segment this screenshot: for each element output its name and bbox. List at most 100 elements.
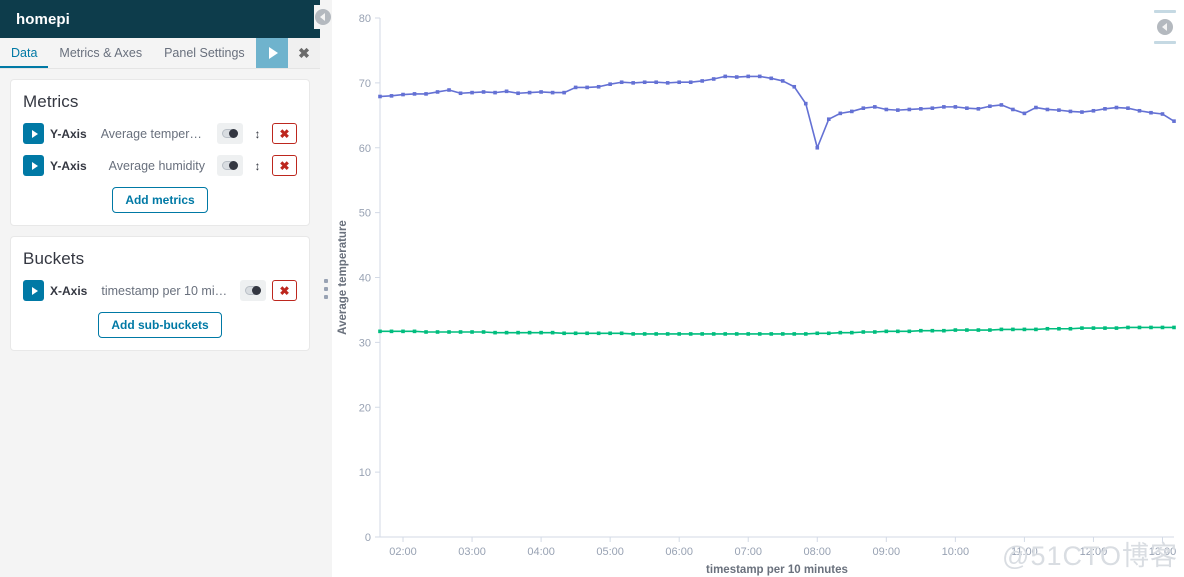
data-point <box>942 328 946 333</box>
remove-bucket-button[interactable]: ✖ <box>272 280 297 301</box>
move-up-down-icon[interactable]: ↕ <box>249 155 266 176</box>
data-point <box>1126 325 1130 330</box>
data-point <box>884 107 889 112</box>
data-point <box>953 105 958 109</box>
apply-changes-button[interactable] <box>256 38 288 68</box>
data-point <box>792 332 797 336</box>
data-point <box>596 84 601 89</box>
add-sub-buckets-button[interactable]: Add sub-buckets <box>98 312 222 338</box>
y-axis: 0 10 20 30 40 50 60 70 80 <box>359 13 381 544</box>
data-point <box>1091 326 1096 330</box>
y-tick-label: 0 <box>365 532 371 544</box>
move-up-down-icon[interactable]: ↕ <box>249 123 266 144</box>
data-point <box>884 329 889 334</box>
visualization-editor-app: homepi Data Metrics & Axes Panel Setting… <box>0 0 1184 577</box>
x-tick-label: 04:00 <box>527 546 555 558</box>
data-point <box>1149 325 1153 330</box>
data-point <box>711 77 716 81</box>
data-point <box>424 330 428 334</box>
bucket-row-timestamp[interactable]: X-Axis timestamp per 10 minutes ✖ <box>23 277 297 304</box>
tab-metrics-and-axes[interactable]: Metrics & Axes <box>48 38 153 68</box>
data-point <box>389 329 394 334</box>
visualization-title: homepi <box>16 10 70 28</box>
data-point <box>470 90 474 95</box>
x-tick-label: 11:00 <box>1011 546 1038 558</box>
data-point <box>734 332 739 336</box>
data-point <box>769 332 774 336</box>
data-point <box>458 91 463 96</box>
data-point <box>539 90 543 94</box>
remove-metric-button[interactable]: ✖ <box>272 155 297 176</box>
data-point <box>723 74 728 79</box>
data-point <box>873 105 877 109</box>
data-point <box>965 328 969 332</box>
expand-bucket-button[interactable] <box>23 280 44 301</box>
data-point <box>447 330 451 334</box>
data-point <box>815 145 820 150</box>
y-tick-label: 30 <box>359 337 371 349</box>
expand-metric-button[interactable] <box>23 155 44 176</box>
data-point <box>1045 326 1050 331</box>
collapse-sidebar-button[interactable] <box>314 5 332 29</box>
caret-right-icon <box>31 286 38 295</box>
toggle-switch-icon[interactable] <box>217 155 243 176</box>
data-point <box>1034 327 1038 332</box>
data-point <box>757 74 762 79</box>
visualization-panel: 0 10 20 30 40 50 60 70 80 02:00 03:00 04:00 05:00 06… <box>314 0 1184 577</box>
x-axis: 02:00 03:00 04:00 05:00 06:00 07:00 08:00 09:00… <box>380 536 1176 558</box>
y-tick-label: 50 <box>359 208 371 220</box>
expand-metric-button[interactable] <box>23 123 44 144</box>
data-point <box>378 329 382 334</box>
data-point <box>803 332 808 336</box>
data-point <box>458 330 463 334</box>
data-point <box>1126 106 1130 110</box>
data-point <box>826 117 831 121</box>
x-axis-title: timestamp per 10 minutes <box>706 564 848 576</box>
data-point <box>688 80 693 85</box>
x-tick-label: 09:00 <box>873 546 901 558</box>
data-point <box>688 332 693 336</box>
data-point <box>412 329 417 334</box>
metric-row-humidity[interactable]: Y-Axis Average humidity ↕ ✖ <box>23 152 297 179</box>
data-point <box>976 107 981 111</box>
vertical-drag-dots-icon <box>324 278 328 299</box>
data-point <box>930 106 935 110</box>
panel-resize-handle[interactable] <box>320 0 332 577</box>
discard-changes-button[interactable]: ✖ <box>288 38 320 68</box>
tab-data[interactable]: Data <box>0 38 48 68</box>
y-tick-label: 70 <box>359 78 371 90</box>
series-line-average-humidity <box>379 326 1175 335</box>
tab-panel-settings[interactable]: Panel Settings <box>153 38 256 68</box>
metric-aggregation-label: Average temperature <box>100 126 211 141</box>
data-point <box>757 332 762 336</box>
data-point <box>780 332 785 336</box>
data-point <box>642 332 647 336</box>
data-point <box>850 330 854 335</box>
data-point <box>734 75 739 79</box>
buckets-heading: Buckets <box>23 249 85 268</box>
y-tick-label: 40 <box>359 273 371 285</box>
data-point <box>988 104 992 109</box>
add-metrics-button[interactable]: Add metrics <box>112 187 208 213</box>
data-point <box>562 331 566 336</box>
remove-metric-button[interactable]: ✖ <box>272 123 297 144</box>
data-point <box>573 85 578 90</box>
data-point <box>665 332 670 336</box>
data-point <box>1068 326 1073 331</box>
y-tick-label: 60 <box>359 143 371 155</box>
data-point <box>930 328 935 333</box>
collapse-right-panel-button[interactable] <box>1152 10 1178 44</box>
data-point <box>1160 112 1165 116</box>
data-point <box>619 80 624 85</box>
data-point <box>976 328 981 332</box>
x-tick-label: 12:00 <box>1080 546 1108 558</box>
toggle-switch-icon[interactable] <box>217 123 243 144</box>
remove-x-icon: ✖ <box>279 126 290 141</box>
data-point <box>746 332 751 336</box>
line-chart: 0 10 20 30 40 50 60 70 80 02:00 03:00 04:00 05:00 06… <box>337 13 1176 576</box>
add-metrics-row: Add metrics <box>23 187 297 213</box>
toggle-switch-icon[interactable] <box>240 280 266 301</box>
data-point <box>401 92 405 97</box>
metric-row-temperature[interactable]: Y-Axis Average temperature ↕ ✖ <box>23 120 297 147</box>
metric-aggregation-label: Average humidity <box>108 158 205 173</box>
